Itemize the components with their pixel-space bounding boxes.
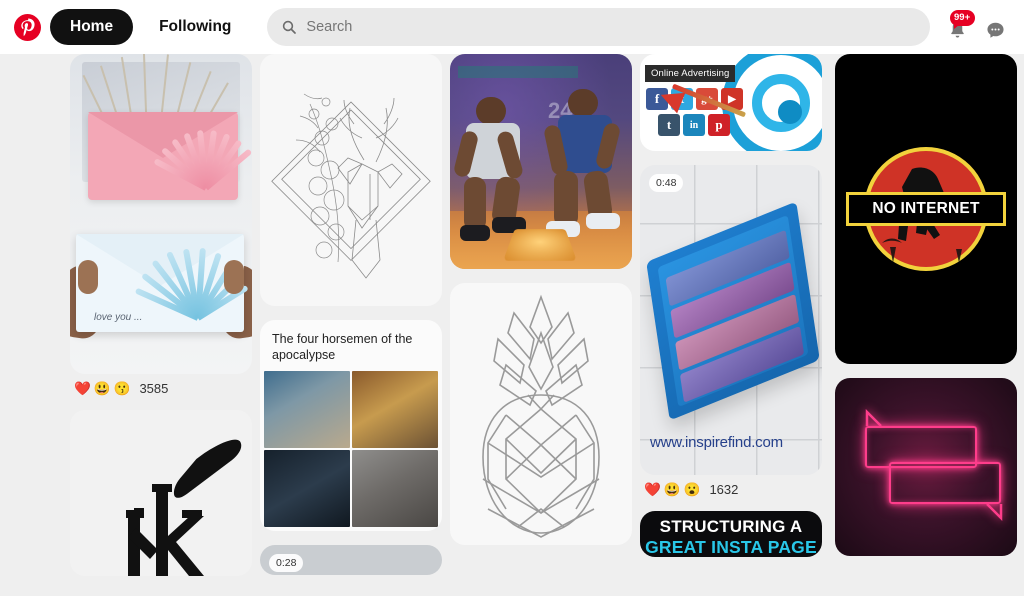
meme-cell-4 xyxy=(352,450,438,527)
feed-column-3: 24 xyxy=(450,54,632,559)
pin-image-deer-lineart[interactable] xyxy=(260,54,442,306)
search-input[interactable] xyxy=(306,19,916,35)
pin-title: The four horsemen of the apocalypse xyxy=(272,332,413,362)
pin-card-video-028[interactable]: 0:28 xyxy=(260,545,442,575)
neon-bubble-tails xyxy=(865,408,1003,522)
player-left-graphic xyxy=(452,97,536,247)
meme-grid xyxy=(260,371,442,531)
pineapple-body xyxy=(482,394,600,538)
pinterest-icon: p xyxy=(708,114,730,136)
reaction-kiss-icon: 😗 xyxy=(113,380,131,396)
pineapple-crown xyxy=(493,294,589,407)
reaction-smile-icon: 😃 xyxy=(93,380,111,396)
notifications-button[interactable]: 99+ xyxy=(944,10,976,41)
pin-image-neon-bubbles[interactable] xyxy=(835,378,1017,556)
pin-card-neon-bubbles[interactable] xyxy=(835,378,1017,556)
meme-cell-2 xyxy=(352,371,438,448)
pin-image-online-advertising[interactable]: Online Advertising f t g+ ▶ t in p xyxy=(640,54,822,151)
reaction-heart-icon: ❤️ xyxy=(74,380,91,396)
pin-image-envelopes[interactable]: love you ... xyxy=(70,54,252,374)
reaction-heart-icon: ❤️ xyxy=(644,481,661,497)
pink-envelope-graphic xyxy=(88,112,252,200)
chat-bubble-icon xyxy=(986,22,1004,38)
no-internet-label: NO INTERNET xyxy=(872,200,980,217)
header-actions: 99+ xyxy=(944,10,1010,41)
reaction-smile-icon: 😃 xyxy=(663,481,681,497)
insta-headline-line2: GREAT INSTA PAGE xyxy=(645,537,817,557)
notification-badge: 99+ xyxy=(950,10,976,28)
insta-headline-line1: STRUCTURING A xyxy=(659,517,803,536)
reaction-surprised-icon: 😮 xyxy=(683,481,701,497)
pin-card-no-internet[interactable]: NO INTERNET xyxy=(835,54,1017,364)
no-internet-banner: NO INTERNET xyxy=(846,192,1006,226)
feed-column-1: love you ... ❤️ 😃 😗 3585 xyxy=(70,54,252,590)
search-bar[interactable] xyxy=(267,8,930,46)
pin-image-basketball[interactable]: 24 xyxy=(450,54,632,269)
kyrie-k-logo-icon xyxy=(126,484,204,576)
pin-label: Online Advertising xyxy=(645,65,736,82)
pin-card-basketball[interactable]: 24 xyxy=(450,54,632,269)
tab-following[interactable]: Following xyxy=(139,9,251,45)
pin-image-four-horsemen[interactable]: The four horsemen of the apocalypse xyxy=(260,320,442,531)
pinterest-logo-icon[interactable] xyxy=(10,10,44,44)
arena-banner-graphic xyxy=(458,66,578,78)
messages-button[interactable] xyxy=(982,13,1008,41)
pin-card-four-horsemen[interactable]: The four horsemen of the apocalypse xyxy=(260,320,442,531)
search-icon xyxy=(281,19,297,35)
reaction-count: 3585 xyxy=(139,381,169,396)
reaction-count: 1632 xyxy=(709,482,739,497)
app-header: Home Following 99+ xyxy=(0,0,1024,54)
pin-card-nike-kyrie[interactable] xyxy=(70,410,252,576)
pin-card-blue-tray-video[interactable]: 0:48 www.inspirefind.com ❤️ 😃 😮 1632 xyxy=(640,165,822,497)
linkedin-icon: in xyxy=(683,114,705,136)
thumb-left-graphic xyxy=(78,260,98,294)
video-duration-badge: 0:48 xyxy=(649,174,684,192)
pin-image-pineapple-lineart[interactable] xyxy=(450,283,632,545)
palm-tree-silhouette-icon xyxy=(882,238,962,263)
tab-home[interactable]: Home xyxy=(50,9,134,45)
pin-reactions[interactable]: ❤️ 😃 😮 1632 xyxy=(640,475,822,497)
tumblr-icon: t xyxy=(658,114,680,136)
pin-card-deer-lineart[interactable] xyxy=(260,54,442,306)
pink-paper-fan xyxy=(153,126,252,191)
meme-cell-1 xyxy=(264,371,350,448)
court-emblem-graphic xyxy=(503,229,577,261)
feed-column-4: Online Advertising f t g+ ▶ t in p xyxy=(640,54,822,571)
envelope-handwriting: love you ... xyxy=(94,312,143,323)
pin-card-online-advertising[interactable]: Online Advertising f t g+ ▶ t in p xyxy=(640,54,822,151)
video-watermark: www.inspirefind.com xyxy=(650,434,783,451)
pin-card-envelopes[interactable]: love you ... ❤️ 😃 😗 3585 xyxy=(70,54,252,396)
player-right-graphic xyxy=(542,89,626,247)
video-duration-badge: 0:28 xyxy=(269,554,304,572)
pin-image-no-internet[interactable]: NO INTERNET xyxy=(835,54,1017,364)
thumb-right-graphic xyxy=(224,260,244,294)
pin-image-nike-kyrie[interactable] xyxy=(70,410,252,576)
feed-column-2: The four horsemen of the apocalypse 0:28 xyxy=(260,54,442,589)
pin-feed[interactable]: love you ... ❤️ 😃 😗 3585 The four horsem… xyxy=(0,54,1024,596)
pin-reactions[interactable]: ❤️ 😃 😗 3585 xyxy=(70,374,252,396)
pin-image-insta-page[interactable]: STRUCTURING A GREAT INSTA PAGE xyxy=(640,511,822,557)
pin-card-insta-page[interactable]: STRUCTURING A GREAT INSTA PAGE xyxy=(640,511,822,557)
social-icons-row-2: t in p xyxy=(658,114,730,136)
pin-card-pineapple-lineart[interactable] xyxy=(450,283,632,545)
feed-column-5: NO INTERNET xyxy=(835,54,1017,570)
meme-cell-3 xyxy=(264,450,350,527)
pin-image-blue-tray-video[interactable]: 0:48 www.inspirefind.com xyxy=(640,165,822,475)
pin-image-video-028[interactable]: 0:28 xyxy=(260,545,442,575)
nike-swoosh-icon xyxy=(173,439,242,498)
